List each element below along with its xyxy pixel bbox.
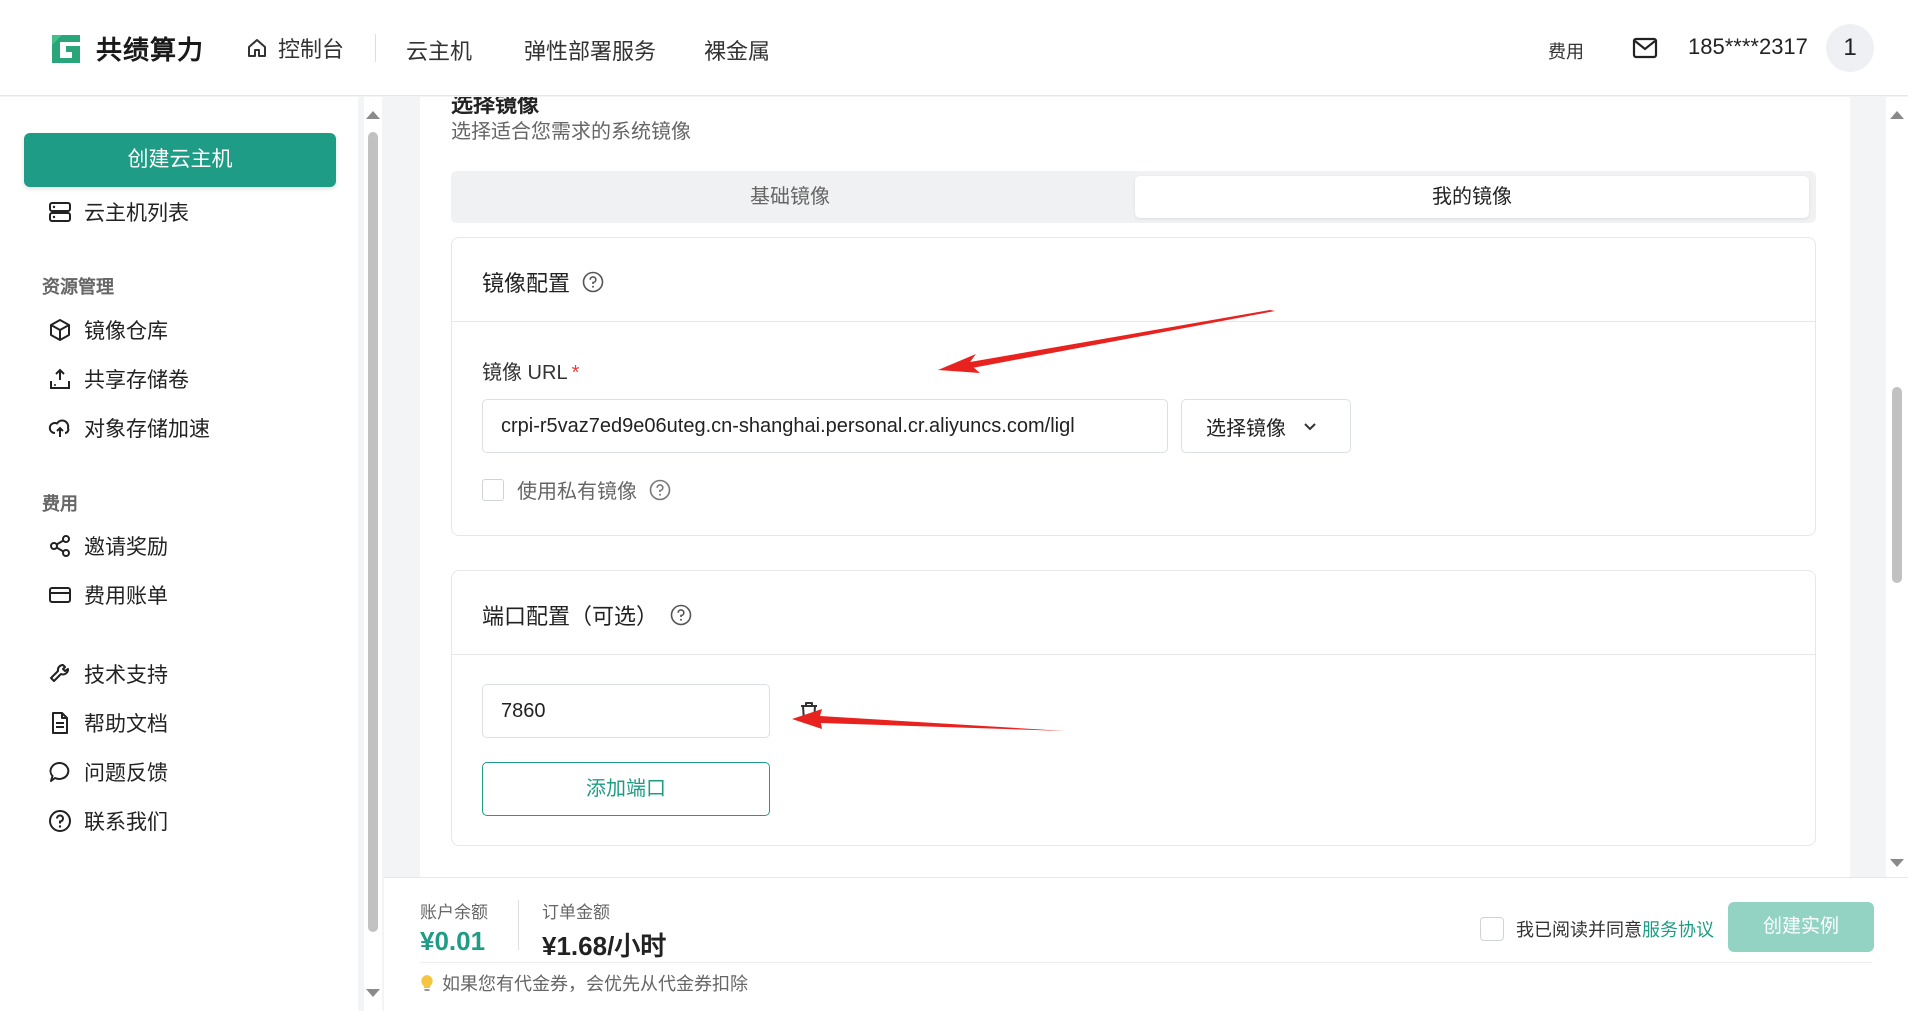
main-scrollbar[interactable] <box>1886 97 1908 877</box>
service-agreement-link[interactable]: 服务协议 <box>1642 916 1714 942</box>
brand-name: 共绩算力 <box>96 35 205 65</box>
help-circle-icon[interactable] <box>649 479 671 501</box>
sidebar-item-label: 帮助文档 <box>84 713 168 736</box>
voucher-tip: 如果您有代金券，会优先从代金券扣除 <box>420 970 748 996</box>
card-icon <box>49 587 71 603</box>
help-circle-icon[interactable] <box>670 604 692 626</box>
select-image-label: 选择镜像 <box>1206 417 1286 440</box>
help-circle-icon <box>49 810 71 832</box>
scroll-down-arrow[interactable] <box>1890 859 1904 867</box>
required-mark: * <box>571 362 580 384</box>
port-config-card: 端口配置（可选） 7860 添加端口 <box>451 570 1816 846</box>
chevron-down-icon <box>1304 423 1316 431</box>
sidebar-item-label: 技术支持 <box>84 664 168 687</box>
port-config-title: 端口配置（可选） <box>482 599 692 631</box>
help-circle-icon[interactable] <box>582 271 604 293</box>
scroll-up-arrow[interactable] <box>1890 111 1904 119</box>
sidebar-item-label: 费用账单 <box>84 585 168 608</box>
image-url-input[interactable]: crpi-r5vaz7ed9e06uteg.cn-shanghai.person… <box>482 399 1168 453</box>
agreement-text: 我已阅读并同意 <box>1516 920 1642 940</box>
nav-cloud-host[interactable]: 云主机 <box>406 34 472 66</box>
share-icon <box>50 535 70 557</box>
balance-label: 账户余额 <box>420 903 488 922</box>
sidebar-item-tech-support[interactable]: 技术支持 <box>48 659 168 689</box>
sidebar-item-label: 共享存储卷 <box>84 369 189 392</box>
nav-fee[interactable]: 费用 <box>1548 38 1584 64</box>
top-nav: 共绩算力 控制台 云主机 弹性部署服务 裸金属 费用 185****2317 1 <box>0 0 1908 96</box>
lightbulb-icon <box>421 975 433 991</box>
scroll-down-arrow[interactable] <box>366 989 380 997</box>
nav-bare-metal[interactable]: 裸金属 <box>704 34 770 66</box>
image-url-label: 镜像 URL * <box>482 362 580 384</box>
avatar[interactable]: 1 <box>1826 24 1874 72</box>
image-config-title: 镜像配置 <box>482 266 604 298</box>
nav-console-label: 控制台 <box>278 37 345 62</box>
main-panel: 选择镜像 选择适合您需求的系统镜像 基础镜像 我的镜像 镜像配置 镜像 URL *… <box>420 97 1850 877</box>
order-footer: 账户余额 ¥0.01 订单金额 ¥1.68/小时 我已阅读并同意 服务协议 创建实… <box>384 877 1908 1011</box>
footer-divider <box>518 900 519 950</box>
mail-icon[interactable] <box>1632 37 1658 59</box>
document-icon <box>52 712 68 734</box>
private-image-checkbox[interactable] <box>482 479 504 501</box>
nav-elastic-deploy[interactable]: 弹性部署服务 <box>524 34 656 66</box>
order-amount-value: ¥1.68/小时 <box>542 931 667 961</box>
logo-icon <box>52 34 80 63</box>
card-header: 端口配置（可选） <box>452 571 1815 655</box>
sidebar-item-label: 镜像仓库 <box>84 320 168 343</box>
nav-divider <box>375 34 376 62</box>
sidebar-item-contact[interactable]: 联系我们 <box>48 806 168 836</box>
tab-my-image[interactable]: 我的镜像 <box>1135 176 1809 218</box>
private-image-label: 使用私有镜像 <box>517 475 671 504</box>
sidebar-group-resources: 资源管理 <box>42 277 114 297</box>
sidebar-item-label: 联系我们 <box>84 811 168 834</box>
port-input[interactable]: 7860 <box>482 684 770 738</box>
sidebar-item-shared-volume[interactable]: 共享存储卷 <box>48 364 189 394</box>
select-image-dropdown[interactable]: 选择镜像 <box>1181 399 1351 453</box>
cloud-upload-icon <box>48 419 70 437</box>
sidebar-item-label: 对象存储加速 <box>84 418 210 441</box>
sidebar-item-invite[interactable]: 邀请奖励 <box>48 531 168 561</box>
server-icon <box>49 202 71 222</box>
scroll-up-arrow[interactable] <box>366 111 380 119</box>
sidebar-scroll-thumb[interactable] <box>368 132 378 932</box>
chat-icon <box>49 762 70 782</box>
nav-console[interactable]: 控制台 <box>246 32 344 64</box>
trash-icon[interactable] <box>798 700 820 724</box>
sidebar-item-label: 邀请奖励 <box>84 536 168 559</box>
home-icon <box>248 39 266 57</box>
card-title-text: 镜像配置 <box>482 271 571 296</box>
sidebar-scrollbar[interactable] <box>364 97 382 1011</box>
sidebar: 创建云主机 云主机列表 资源管理 镜像仓库 共享存储卷 对象存储加速 费用 邀请… <box>0 97 358 1011</box>
sidebar-group-billing: 费用 <box>42 494 78 514</box>
sidebar-item-feedback[interactable]: 问题反馈 <box>48 757 168 787</box>
card-header: 镜像配置 <box>452 238 1815 322</box>
main-scroll-thumb[interactable] <box>1892 387 1902 583</box>
create-vm-button[interactable]: 创建云主机 <box>24 133 336 187</box>
sidebar-item-bills[interactable]: 费用账单 <box>48 580 168 610</box>
sidebar-item-object-storage[interactable]: 对象存储加速 <box>48 413 210 443</box>
agreement-checkbox[interactable] <box>1480 917 1504 941</box>
image-config-card: 镜像配置 镜像 URL * crpi-r5vaz7ed9e06uteg.cn-sh… <box>451 237 1816 536</box>
user-phone[interactable]: 185****2317 <box>1688 34 1808 60</box>
voucher-tip-text: 如果您有代金券，会优先从代金券扣除 <box>442 974 748 994</box>
balance-value: ¥0.01 <box>420 926 486 956</box>
sidebar-item-label: 问题反馈 <box>84 762 168 785</box>
card-title-text: 端口配置（可选） <box>482 604 659 629</box>
sidebar-item-help-docs[interactable]: 帮助文档 <box>48 708 168 738</box>
agreement-row: 我已阅读并同意 服务协议 <box>1480 916 1714 942</box>
section-subtitle: 选择适合您需求的系统镜像 <box>451 121 691 143</box>
sidebar-item-label: 云主机列表 <box>84 202 189 225</box>
box-icon <box>50 319 70 341</box>
create-instance-button[interactable]: 创建实例 <box>1728 902 1874 952</box>
image-tabs: 基础镜像 我的镜像 <box>451 171 1816 223</box>
footer-divider-line <box>420 962 1872 963</box>
add-port-button[interactable]: 添加端口 <box>482 762 770 816</box>
tab-base-image[interactable]: 基础镜像 <box>457 176 1123 218</box>
sidebar-item-vm-list[interactable]: 云主机列表 <box>48 197 189 227</box>
brand-logo[interactable]: 共绩算力 <box>48 30 204 67</box>
order-amount-label: 订单金额 <box>542 903 610 922</box>
sidebar-item-image-repo[interactable]: 镜像仓库 <box>48 315 168 345</box>
upload-storage-icon <box>50 368 70 389</box>
wrench-icon <box>50 664 69 682</box>
